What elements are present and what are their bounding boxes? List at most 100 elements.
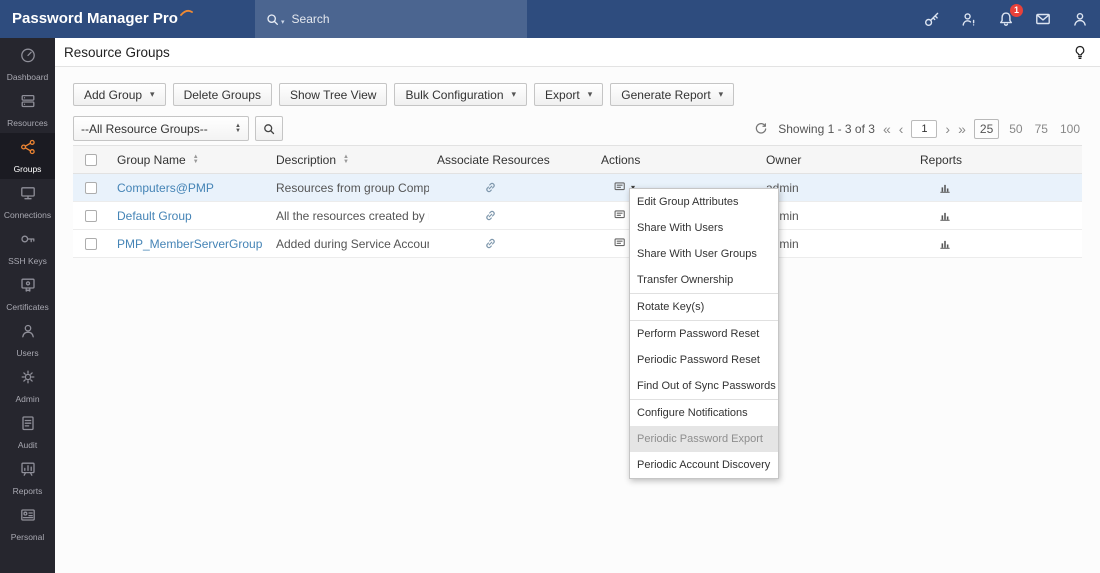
search-input[interactable] — [292, 12, 482, 26]
sidebar-item-resources[interactable]: Resources — [0, 87, 55, 133]
bulk-configuration-button[interactable]: Bulk Configuration — [394, 83, 527, 106]
resource-group-select[interactable]: --All Resource Groups-- — [73, 116, 249, 141]
group-name-link[interactable]: Computers@PMP — [117, 181, 214, 195]
menu-item-perform-password-reset[interactable]: Perform Password Reset — [630, 321, 778, 347]
table-header-row: Group Name Description Associate Resourc… — [73, 146, 1082, 174]
column-header-group-name[interactable]: Group Name — [117, 153, 186, 167]
user-sessions-icon[interactable] — [959, 9, 979, 29]
refresh-icon[interactable] — [754, 122, 768, 136]
dropdown-caret-icon — [150, 90, 155, 99]
export-button[interactable]: Export — [534, 83, 603, 106]
bell-icon[interactable]: 1 — [996, 9, 1016, 29]
search-icon — [262, 122, 276, 136]
select-all-checkbox[interactable] — [85, 154, 97, 166]
actions-icon — [613, 208, 628, 223]
group-description: Added during Service Account... — [268, 237, 429, 251]
sidebar: Dashboard Resources Groups Connections S… — [0, 38, 55, 573]
sort-icon[interactable] — [343, 155, 349, 165]
logo-swoosh-icon — [180, 8, 193, 17]
sidebar-item-users[interactable]: Users — [0, 317, 55, 363]
group-name-link[interactable]: Default Group — [117, 209, 192, 223]
next-page-button[interactable] — [945, 122, 950, 136]
sidebar-item-ssh-keys[interactable]: SSH Keys — [0, 225, 55, 271]
dashboard-icon — [19, 46, 37, 69]
group-owner: admin — [758, 181, 912, 195]
table-row: PMP_MemberServerGroup Added during Servi… — [73, 230, 1082, 258]
account-icon[interactable] — [1070, 9, 1090, 29]
menu-item-edit-group-attributes[interactable]: Edit Group Attributes — [630, 189, 778, 215]
associate-resources-icon[interactable] — [483, 180, 498, 195]
actions-icon — [613, 236, 628, 251]
column-header-actions: Actions — [601, 153, 640, 167]
pagination-status: Showing 1 - 3 of 3 — [778, 122, 875, 136]
sidebar-item-audit[interactable]: Audit — [0, 409, 55, 455]
sidebar-item-certificates[interactable]: Certificates — [0, 271, 55, 317]
sidebar-item-personal[interactable]: Personal — [0, 501, 55, 547]
row-reports-icon[interactable] — [938, 237, 952, 251]
search-scope-caret-icon[interactable] — [281, 18, 285, 26]
pagination: Showing 1 - 3 of 3 25 50 75 100 — [754, 119, 1082, 139]
row-reports-icon[interactable] — [938, 209, 952, 223]
menu-item-configure-notifications[interactable]: Configure Notifications — [630, 400, 778, 426]
menu-group: Edit Group Attributes Share With Users S… — [630, 189, 778, 293]
filter-search-button[interactable] — [255, 116, 283, 141]
sidebar-item-admin[interactable]: Admin — [0, 363, 55, 409]
generate-report-button[interactable]: Generate Report — [610, 83, 734, 106]
menu-item-share-with-user-groups[interactable]: Share With User Groups — [630, 241, 778, 267]
filter-row: --All Resource Groups-- Showing 1 - 3 of… — [73, 116, 1082, 141]
help-bulb-icon[interactable] — [1072, 44, 1088, 60]
group-owner: admin — [758, 209, 912, 223]
menu-item-rotate-keys[interactable]: Rotate Key(s) — [630, 294, 778, 320]
sidebar-item-groups[interactable]: Groups — [0, 133, 55, 179]
row-checkbox[interactable] — [85, 182, 97, 194]
app-title: Password Manager Pro — [12, 10, 178, 27]
associate-resources-icon[interactable] — [483, 208, 498, 223]
delete-groups-button[interactable]: Delete Groups — [173, 83, 272, 106]
sort-icon[interactable] — [193, 155, 199, 165]
last-page-button[interactable] — [958, 122, 966, 136]
reports-nav-icon — [19, 460, 37, 483]
add-group-button[interactable]: Add Group — [73, 83, 166, 106]
key-icon[interactable] — [922, 9, 942, 29]
toolbar: Add Group Delete Groups Show Tree View B… — [73, 83, 1082, 106]
certificates-icon — [19, 276, 37, 299]
header-actions: 1 — [922, 0, 1090, 38]
group-name-link[interactable]: PMP_MemberServerGroup — [117, 237, 262, 251]
table-row: Default Group All the resources created … — [73, 202, 1082, 230]
menu-item-find-out-of-sync-passwords[interactable]: Find Out of Sync Passwords — [630, 373, 778, 399]
mail-icon[interactable] — [1033, 9, 1053, 29]
first-page-button[interactable] — [883, 122, 891, 136]
audit-icon — [19, 414, 37, 437]
page-size-25[interactable]: 25 — [974, 119, 999, 139]
admin-icon — [19, 368, 37, 391]
menu-item-periodic-account-discovery[interactable]: Periodic Account Discovery — [630, 452, 778, 478]
associate-resources-icon[interactable] — [483, 236, 498, 251]
page-size-75[interactable]: 75 — [1033, 120, 1050, 138]
page-size-50[interactable]: 50 — [1007, 120, 1024, 138]
menu-item-periodic-password-export[interactable]: Periodic Password Export — [630, 426, 778, 452]
row-reports-icon[interactable] — [938, 181, 952, 195]
title-bar: Resource Groups — [55, 38, 1100, 67]
ssh-keys-icon — [19, 230, 37, 253]
show-tree-view-button[interactable]: Show Tree View — [279, 83, 388, 106]
row-checkbox[interactable] — [85, 210, 97, 222]
sidebar-item-reports[interactable]: Reports — [0, 455, 55, 501]
group-owner: admin — [758, 237, 912, 251]
menu-item-transfer-ownership[interactable]: Transfer Ownership — [630, 267, 778, 293]
menu-item-share-with-users[interactable]: Share With Users — [630, 215, 778, 241]
sidebar-item-connections[interactable]: Connections — [0, 179, 55, 225]
page-size-100[interactable]: 100 — [1058, 120, 1082, 138]
header-search — [255, 0, 527, 38]
menu-item-periodic-password-reset[interactable]: Periodic Password Reset — [630, 347, 778, 373]
row-checkbox[interactable] — [85, 238, 97, 250]
group-description: All the resources created by me — [268, 209, 429, 223]
column-header-description[interactable]: Description — [276, 153, 336, 167]
sidebar-item-dashboard[interactable]: Dashboard — [0, 41, 55, 87]
dropdown-caret-icon — [719, 90, 724, 99]
table-row: Computers@PMP Resources from group Compu… — [73, 174, 1082, 202]
prev-page-button[interactable] — [899, 122, 904, 136]
app-header: Password Manager Pro 1 — [0, 0, 1100, 38]
search-icon[interactable] — [265, 12, 280, 27]
page-number-input[interactable] — [911, 120, 937, 138]
dropdown-caret-icon — [588, 90, 593, 99]
